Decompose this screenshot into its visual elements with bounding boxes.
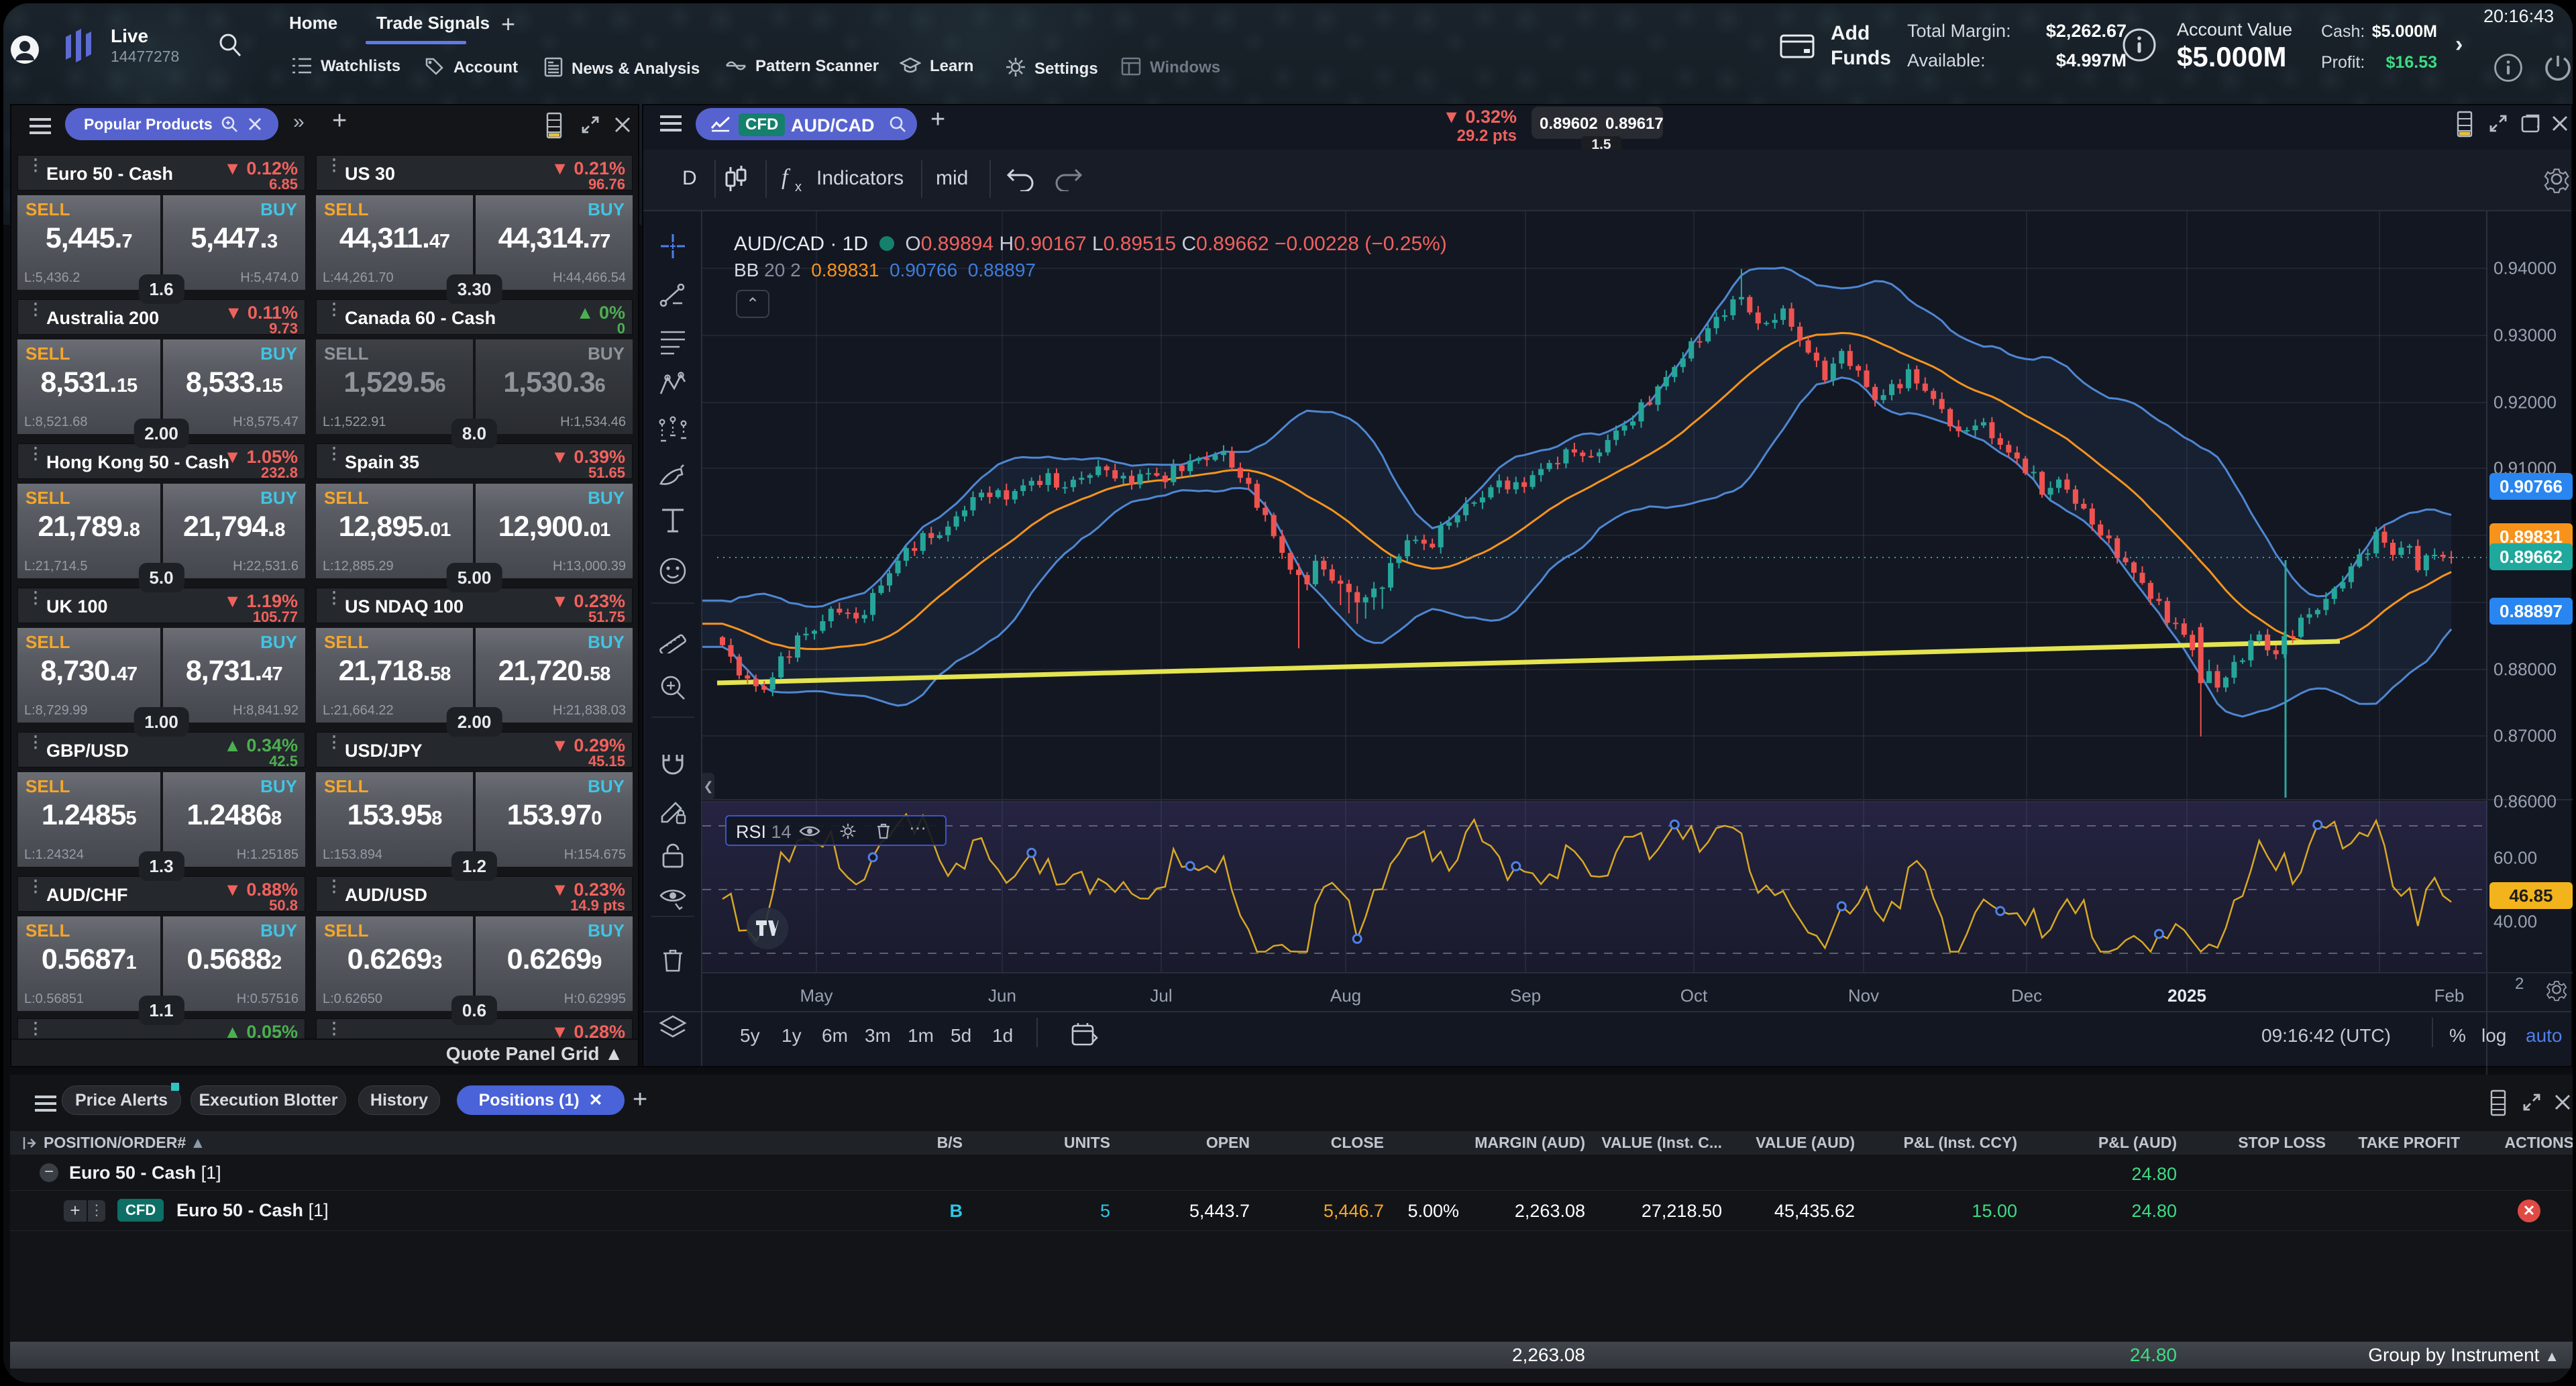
svg-text:x: x (795, 180, 802, 194)
svg-text:f: f (782, 165, 791, 190)
